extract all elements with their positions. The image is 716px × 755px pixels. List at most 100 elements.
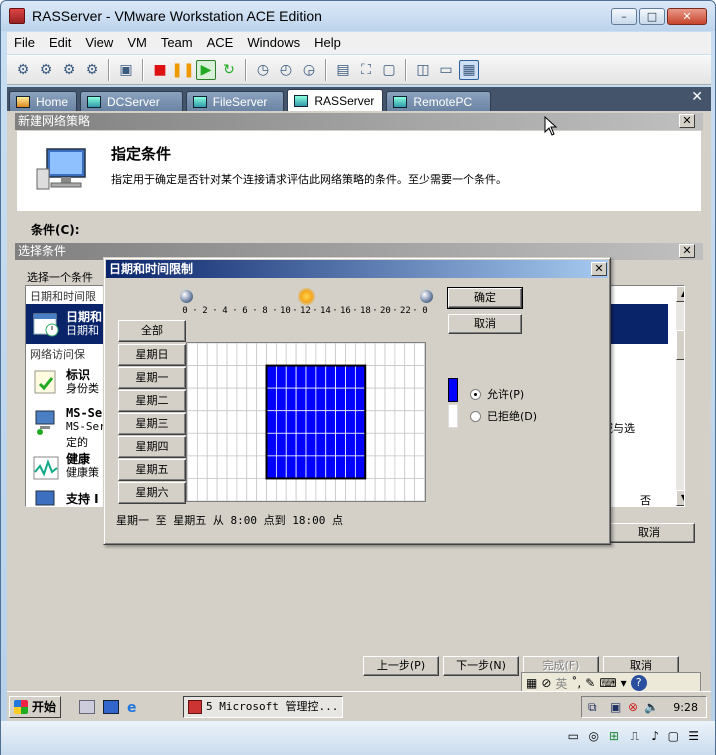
tab-rasserver[interactable]: RASServer [287, 89, 384, 111]
time-cell[interactable] [216, 343, 228, 366]
time-cell[interactable] [374, 432, 386, 457]
time-cell[interactable] [275, 365, 287, 389]
time-cell[interactable] [187, 365, 198, 389]
time-cell[interactable] [236, 478, 248, 501]
time-cell[interactable] [256, 365, 267, 389]
console-view-icon[interactable]: ▭ [436, 60, 456, 80]
time-cell[interactable] [305, 343, 317, 366]
time-cell[interactable] [285, 455, 297, 479]
reset-icon[interactable]: ↻ [219, 60, 239, 80]
menu-edit[interactable]: Edit [42, 32, 78, 54]
time-cell[interactable] [394, 410, 406, 434]
time-cell[interactable] [206, 365, 218, 389]
time-cell[interactable] [226, 410, 238, 434]
day-monday-button[interactable]: 星期一 [118, 367, 186, 389]
time-cell[interactable] [196, 365, 208, 389]
day-tuesday-button[interactable]: 星期二 [118, 390, 186, 412]
time-cell[interactable] [266, 343, 277, 366]
time-cell[interactable] [187, 387, 198, 412]
message-log-icon[interactable]: ☰ [688, 729, 699, 743]
time-cell[interactable] [295, 432, 307, 457]
close-button[interactable]: ✕ [667, 8, 707, 25]
sidebar-toggle-icon[interactable]: ▤ [333, 60, 353, 80]
send-ctrl-alt-del-icon[interactable]: ▣ [116, 60, 136, 80]
time-cell[interactable] [236, 410, 248, 434]
maximize-button[interactable]: □ [639, 8, 665, 25]
time-cell[interactable] [315, 343, 327, 366]
revert-snapshot-icon[interactable]: ⚙ [36, 60, 56, 80]
time-cell[interactable] [414, 387, 425, 412]
time-cell[interactable] [285, 343, 297, 366]
time-cell[interactable] [325, 365, 337, 389]
time-cell[interactable] [266, 478, 277, 501]
time-cell[interactable] [206, 387, 218, 412]
time-cell[interactable] [364, 365, 376, 389]
time-cell[interactable] [305, 478, 317, 501]
day-thursday-button[interactable]: 星期四 [118, 436, 186, 458]
ok-button[interactable]: 确定 [447, 287, 523, 309]
time-cell[interactable] [295, 365, 307, 389]
time-cell[interactable] [384, 478, 396, 501]
time-cell[interactable] [285, 432, 297, 457]
time-cell[interactable] [414, 410, 425, 434]
time-cell[interactable] [266, 387, 277, 412]
time-cell[interactable] [414, 432, 425, 457]
server-manager-icon[interactable] [79, 700, 95, 714]
tab-fileserver[interactable]: FileServer [185, 91, 285, 111]
time-cell[interactable] [374, 478, 386, 501]
time-cell[interactable] [414, 455, 425, 479]
time-cell[interactable] [325, 387, 337, 412]
tab-remotepc[interactable]: RemotePC [386, 91, 492, 111]
time-cell[interactable] [414, 478, 425, 501]
time-cell[interactable] [206, 410, 218, 434]
next-button[interactable]: 下一步(N) [443, 656, 519, 676]
internet-explorer-icon[interactable]: e [127, 700, 143, 716]
time-cell[interactable] [275, 410, 287, 434]
time-cell[interactable] [404, 343, 416, 366]
snapshot-icon[interactable]: ⚙ [13, 60, 33, 80]
menu-team[interactable]: Team [154, 32, 200, 54]
time-cell[interactable] [335, 478, 346, 501]
time-cell[interactable] [275, 343, 287, 366]
help-icon[interactable]: ? [630, 675, 647, 691]
hdd-status-icon[interactable]: ▭ [568, 729, 579, 743]
time-cell[interactable] [187, 455, 198, 479]
time-cell[interactable] [345, 387, 356, 412]
time-cell[interactable] [384, 365, 396, 389]
time-cell[interactable] [285, 478, 297, 501]
time-cell[interactable] [236, 455, 248, 479]
time-cell[interactable] [315, 365, 327, 389]
time-cell[interactable] [345, 410, 356, 434]
time-cell[interactable] [335, 365, 346, 389]
scroll-up-icon[interactable]: ▲ [676, 286, 684, 302]
display-tray-icon[interactable]: ▣ [610, 700, 621, 714]
time-cell[interactable] [394, 432, 406, 457]
day-all-button[interactable]: 全部 [118, 320, 186, 342]
time-cell[interactable] [335, 387, 346, 412]
suspend-icon[interactable]: ❚❚ [171, 60, 194, 80]
time-cell[interactable] [256, 343, 267, 366]
time-cell[interactable] [335, 410, 346, 434]
time-cell[interactable] [187, 432, 198, 457]
time-cell[interactable] [295, 343, 307, 366]
time-cell[interactable] [226, 387, 238, 412]
time-cell[interactable] [404, 455, 416, 479]
time-cell[interactable] [394, 455, 406, 479]
time-cell[interactable] [404, 387, 416, 412]
time-cell[interactable] [305, 455, 317, 479]
time-cell[interactable] [187, 410, 198, 434]
menu-view[interactable]: View [78, 32, 120, 54]
time-cell[interactable] [226, 455, 238, 479]
time-cell[interactable] [305, 410, 317, 434]
time-grid[interactable] [186, 342, 426, 502]
time-cell[interactable] [206, 455, 218, 479]
time-cell[interactable] [374, 365, 386, 389]
time-cell[interactable] [196, 432, 208, 457]
time-cell[interactable] [226, 343, 238, 366]
tab-home[interactable]: Home [9, 91, 78, 111]
time-cell[interactable] [226, 365, 238, 389]
time-cell[interactable] [196, 455, 208, 479]
time-cell[interactable] [354, 365, 366, 389]
tab-dcserver[interactable]: DCServer [80, 91, 183, 111]
show-desktop-icon[interactable] [103, 700, 119, 714]
